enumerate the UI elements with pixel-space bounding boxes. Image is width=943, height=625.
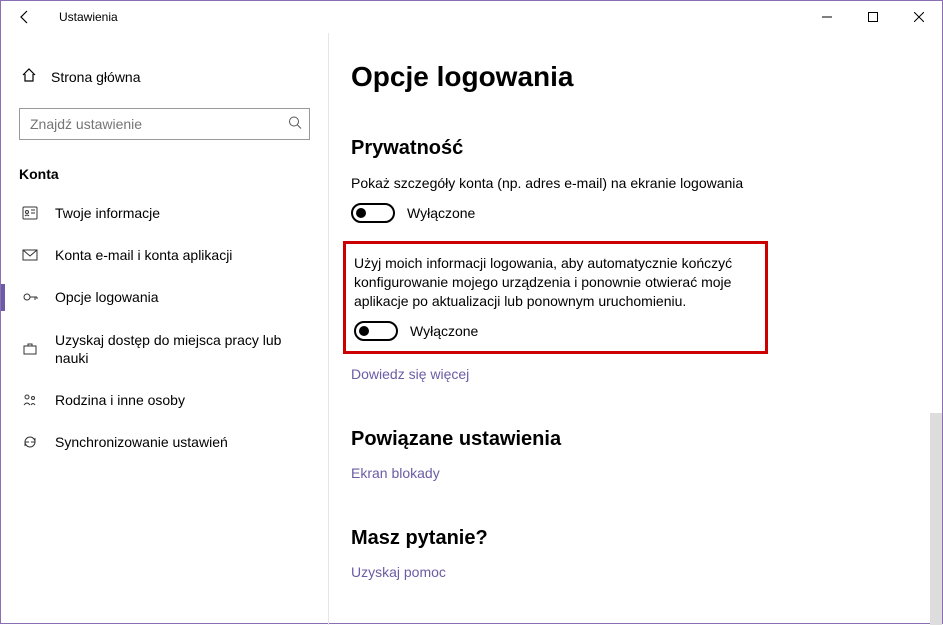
privacy-desc-2: Użyj moich informacji logowania, aby aut… bbox=[354, 254, 755, 311]
sidebar-item-label: Opcje logowania bbox=[55, 288, 159, 306]
sidebar-group-title: Konta bbox=[1, 158, 328, 192]
privacy-desc-1: Pokaż szczegóły konta (np. adres e-mail)… bbox=[351, 174, 771, 193]
key-icon bbox=[21, 289, 39, 305]
page-title: Opcje logowania bbox=[351, 61, 922, 93]
back-button[interactable] bbox=[9, 1, 41, 33]
highlight-box: Użyj moich informacji logowania, aby aut… bbox=[343, 241, 768, 354]
toggle-state-label: Wyłączone bbox=[407, 205, 475, 221]
sidebar-item-sync[interactable]: Synchronizowanie ustawień bbox=[1, 421, 328, 463]
toggle-show-account-details[interactable] bbox=[351, 203, 395, 223]
search-input[interactable] bbox=[19, 108, 310, 140]
sidebar-item-label: Rodzina i inne osoby bbox=[55, 391, 185, 409]
sidebar-item-label: Twoje informacje bbox=[55, 204, 160, 222]
privacy-heading: Prywatność bbox=[351, 137, 922, 160]
sidebar: Strona główna Konta Twoje informacje Kon… bbox=[1, 33, 329, 625]
window-title: Ustawienia bbox=[41, 10, 118, 24]
sidebar-item-email-accounts[interactable]: Konta e-mail i konta aplikacji bbox=[1, 234, 328, 276]
home-label: Strona główna bbox=[51, 69, 141, 85]
close-button[interactable] bbox=[896, 1, 942, 33]
toggle-auto-finish-setup[interactable] bbox=[354, 321, 398, 341]
search-icon bbox=[288, 116, 302, 133]
briefcase-icon bbox=[21, 341, 39, 357]
learn-more-link[interactable]: Dowiedz się więcej bbox=[351, 366, 469, 382]
lockscreen-link[interactable]: Ekran blokady bbox=[351, 465, 440, 481]
search-box[interactable] bbox=[19, 108, 310, 140]
sidebar-item-family[interactable]: Rodzina i inne osoby bbox=[1, 379, 328, 421]
sidebar-item-label: Uzyskaj dostęp do miejsca pracy lub nauk… bbox=[55, 331, 308, 367]
question-heading: Masz pytanie? bbox=[351, 527, 922, 550]
home-link[interactable]: Strona główna bbox=[1, 57, 328, 96]
sidebar-item-work-access[interactable]: Uzyskaj dostęp do miejsca pracy lub nauk… bbox=[1, 319, 328, 379]
sync-icon bbox=[21, 434, 39, 450]
toggle-state-label: Wyłączone bbox=[410, 323, 478, 339]
sidebar-item-label: Synchronizowanie ustawień bbox=[55, 433, 228, 451]
minimize-button[interactable] bbox=[804, 1, 850, 33]
sidebar-item-your-info[interactable]: Twoje informacje bbox=[1, 192, 328, 234]
maximize-button[interactable] bbox=[850, 1, 896, 33]
sidebar-item-signin-options[interactable]: Opcje logowania bbox=[1, 276, 328, 318]
mail-icon bbox=[21, 247, 39, 263]
sidebar-item-label: Konta e-mail i konta aplikacji bbox=[55, 246, 232, 264]
person-icon bbox=[21, 205, 39, 221]
people-icon bbox=[21, 392, 39, 408]
titlebar: Ustawienia bbox=[1, 1, 942, 33]
content-area: Opcje logowania Prywatność Pokaż szczegó… bbox=[329, 33, 942, 625]
related-heading: Powiązane ustawienia bbox=[351, 428, 922, 451]
get-help-link[interactable]: Uzyskaj pomoc bbox=[351, 564, 446, 580]
scrollbar[interactable] bbox=[930, 413, 942, 625]
home-icon bbox=[21, 67, 37, 86]
